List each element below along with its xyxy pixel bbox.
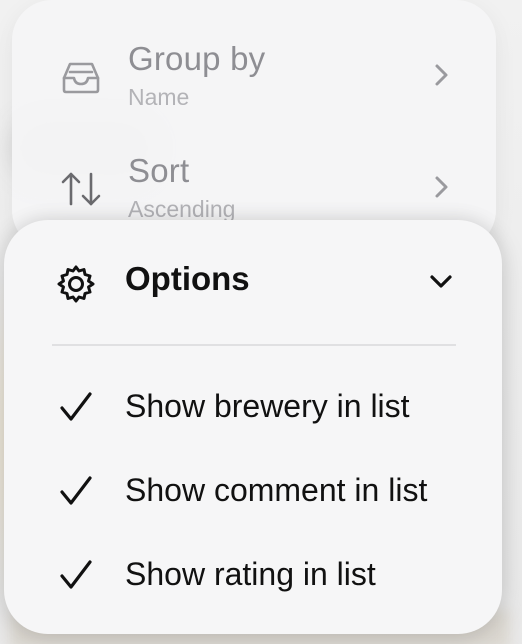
group-by-menu-item[interactable]: Group by Name	[12, 22, 496, 122]
group-by-value: Name	[128, 84, 190, 110]
show-brewery-label: Show brewery in list	[125, 388, 410, 424]
options-header[interactable]: Options	[4, 246, 502, 318]
show-brewery-option[interactable]: Show brewery in list	[4, 376, 502, 436]
chevron-right-icon	[435, 64, 448, 86]
menu-card: Group by Name Sort Ascending	[12, 0, 496, 250]
tray-icon	[62, 62, 100, 94]
sort-value: Ascending	[128, 196, 236, 222]
gear-icon	[57, 265, 95, 303]
show-rating-label: Show rating in list	[125, 556, 376, 592]
sort-arrows-icon	[61, 172, 101, 206]
checkmark-icon	[60, 560, 92, 589]
show-comment-option[interactable]: Show comment in list	[4, 460, 502, 520]
chevron-down-icon	[430, 275, 452, 288]
checkmark-icon	[60, 476, 92, 505]
checkmark-icon	[60, 392, 92, 421]
show-rating-option[interactable]: Show rating in list	[4, 544, 502, 604]
chevron-right-icon	[435, 176, 448, 198]
sort-menu-item[interactable]: Sort Ascending	[12, 134, 496, 234]
divider	[52, 344, 456, 346]
group-by-label: Group by	[128, 40, 266, 77]
show-comment-label: Show comment in list	[125, 472, 428, 508]
options-title: Options	[125, 260, 250, 297]
options-submenu: Options Show brewery in list Show commen…	[4, 220, 502, 634]
sort-label: Sort	[128, 152, 190, 189]
